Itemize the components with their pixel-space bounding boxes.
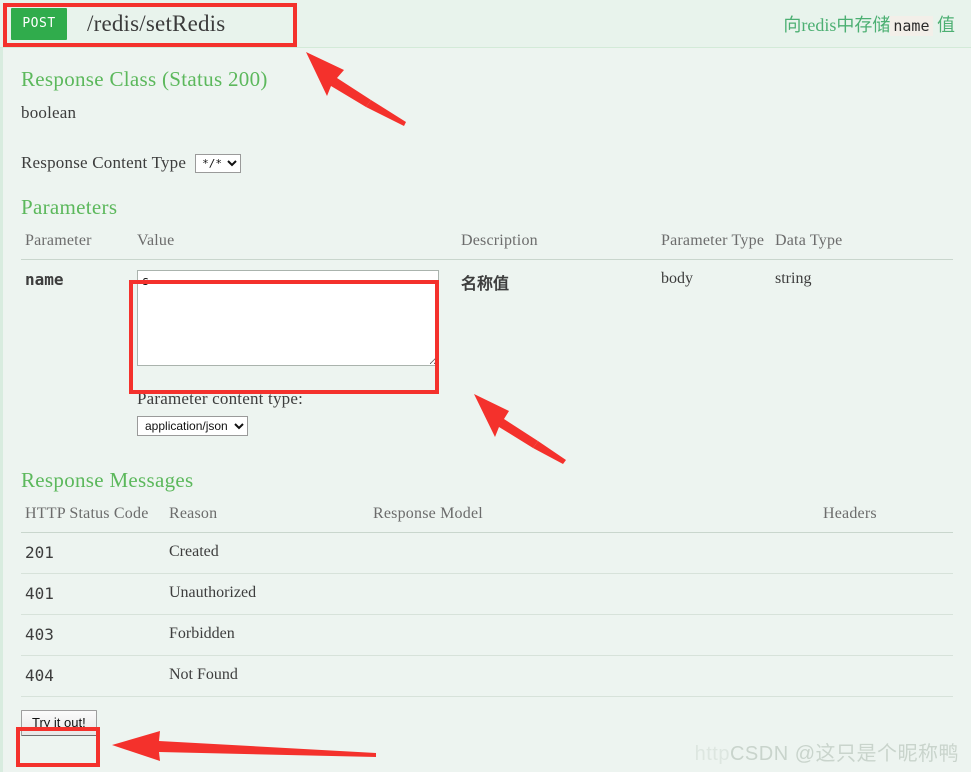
status-code-value: 401 xyxy=(21,573,165,615)
http-method-badge: POST xyxy=(11,7,67,40)
status-model-value xyxy=(369,532,819,574)
response-messages-header-row: HTTP Status Code Reason Response Model H… xyxy=(21,499,953,533)
parameter-content-type-label: Parameter content type: xyxy=(137,389,304,408)
status-model-value xyxy=(369,614,819,656)
status-headers-value xyxy=(819,614,953,656)
status-headers-value xyxy=(819,532,953,574)
table-row: 401 Unauthorized xyxy=(21,573,953,615)
operation-summary: 向redis中存储 name 值 xyxy=(783,11,955,37)
col-header-description: Description xyxy=(457,226,657,260)
operation-header[interactable]: POST /redis/setRedis 向redis中存储 name 值 xyxy=(0,0,971,48)
parameters-header-row: Parameter Value Description Parameter Ty… xyxy=(21,226,953,260)
response-content-type-row: Response Content Type */* xyxy=(21,153,953,173)
parameters-table: Parameter Value Description Parameter Ty… xyxy=(21,226,953,446)
response-class-section: Response Class (Status 200) boolean Resp… xyxy=(21,48,953,173)
status-headers-value xyxy=(819,655,953,697)
parameter-data-type-value: string xyxy=(775,270,812,287)
swagger-operation-panel: POST /redis/setRedis 向redis中存储 name 值 Res… xyxy=(0,0,971,772)
operation-path: /redis/setRedis xyxy=(87,10,226,36)
status-code-value: 403 xyxy=(21,614,165,656)
status-code-value: 404 xyxy=(21,655,165,697)
try-it-out-row: Try it out! xyxy=(21,710,953,736)
parameter-name: name xyxy=(25,270,64,289)
response-content-type-select[interactable]: */* xyxy=(195,153,242,173)
table-row: 201 Created xyxy=(21,532,953,574)
response-class-model: boolean xyxy=(21,103,77,122)
parameter-value-cell: Parameter content type: application/json xyxy=(133,260,457,447)
parameter-value-input[interactable] xyxy=(137,270,439,366)
response-class-title: Response Class (Status 200) xyxy=(21,67,268,91)
status-reason-value: Forbidden xyxy=(165,614,369,656)
col-header-response-model: Response Model xyxy=(369,499,819,533)
status-code-value: 201 xyxy=(21,532,165,574)
parameter-content-type-select[interactable]: application/json xyxy=(137,416,248,436)
response-messages-table: HTTP Status Code Reason Response Model H… xyxy=(21,499,953,697)
col-header-reason: Reason xyxy=(165,499,369,533)
status-reason-value: Created xyxy=(165,532,369,574)
table-row: name Parameter content type: application… xyxy=(21,260,953,447)
status-model-value xyxy=(369,573,819,615)
col-header-value: Value xyxy=(133,226,457,260)
try-it-out-button[interactable]: Try it out! xyxy=(21,710,97,736)
col-header-parameter: Parameter xyxy=(21,226,133,260)
response-messages-title: Response Messages xyxy=(21,468,194,492)
col-header-headers: Headers xyxy=(819,499,953,533)
operation-summary-suffix: 值 xyxy=(937,14,955,35)
status-model-value xyxy=(369,655,819,697)
col-header-status-code: HTTP Status Code xyxy=(21,499,165,533)
operation-body: Response Class (Status 200) boolean Resp… xyxy=(0,48,971,772)
status-reason-value: Unauthorized xyxy=(165,573,369,615)
parameter-type-value: body xyxy=(661,270,693,287)
table-row: 404 Not Found xyxy=(21,655,953,697)
col-header-parameter-type: Parameter Type xyxy=(657,226,771,260)
operation-summary-code: name xyxy=(890,15,933,36)
col-header-data-type: Data Type xyxy=(771,226,953,260)
status-headers-value xyxy=(819,573,953,615)
status-reason-value: Not Found xyxy=(165,655,369,697)
response-content-type-label: Response Content Type xyxy=(21,153,187,172)
parameters-title: Parameters xyxy=(21,195,118,219)
parameter-description: 名称值 xyxy=(461,276,510,293)
table-row: 403 Forbidden xyxy=(21,614,953,656)
operation-summary-prefix: 向redis中存储 xyxy=(783,14,891,35)
